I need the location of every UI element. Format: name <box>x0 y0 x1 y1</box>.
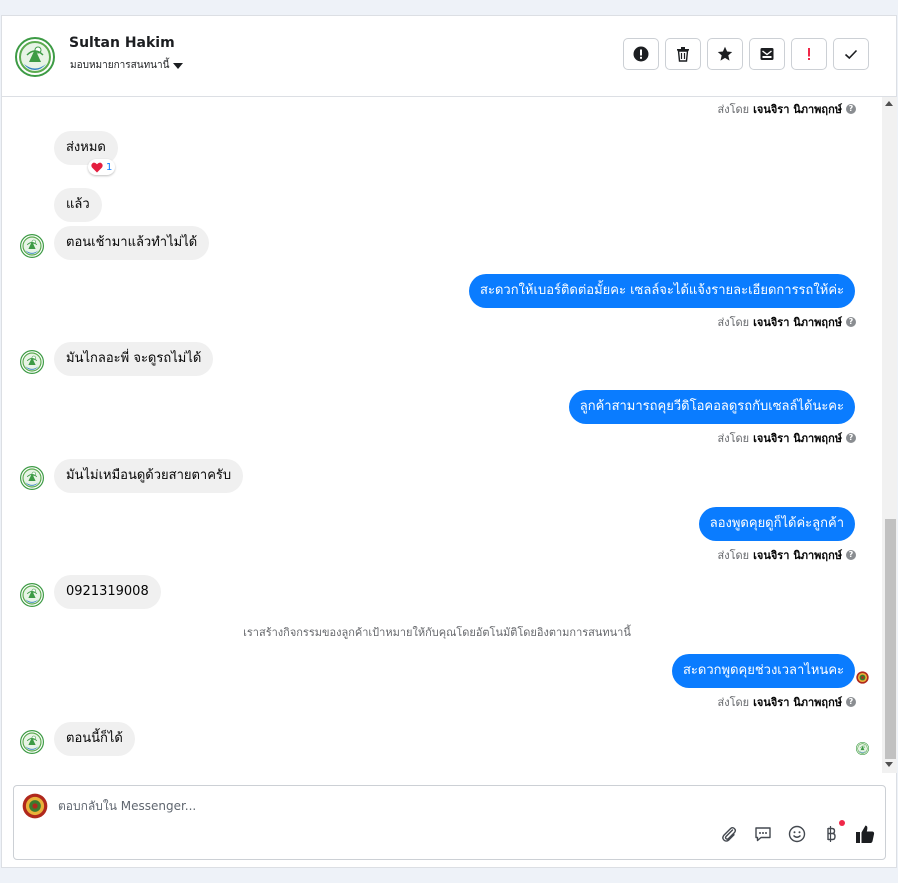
like-button[interactable] <box>855 824 875 844</box>
message-outgoing[interactable]: ลองพูดคุยดูก็ได้ค่ะลูกค้า <box>698 507 855 541</box>
message-incoming[interactable]: มันไม่เหมือนดูด้วยสายตาครับ <box>54 459 244 493</box>
alert-circle-icon <box>633 46 649 62</box>
exclamation-icon <box>808 48 810 60</box>
payment-baht-icon <box>827 826 836 842</box>
saved-reply-icon <box>755 827 771 842</box>
seen-avatar <box>856 671 869 684</box>
message-incoming[interactable]: 0921319008 <box>54 575 161 609</box>
scroll-down-arrow[interactable] <box>885 762 893 767</box>
delete-button[interactable] <box>665 38 701 70</box>
sent-by-label: ส่งโดย เจนจิรา นิภาพฤกษ์ ? <box>718 546 856 564</box>
contact-avatar-small <box>20 583 44 607</box>
saved-replies-button[interactable] <box>753 824 773 844</box>
help-icon[interactable]: ? <box>846 433 856 443</box>
assign-label: มอบหมายการสนทนานี้ <box>70 60 170 71</box>
sent-by-agent: เจนจิรา นิภาพฤกษ์ <box>753 432 842 445</box>
attach-button[interactable] <box>719 824 739 844</box>
mark-done-button[interactable] <box>833 38 869 70</box>
message-thread: ส่งโดย เจนจิรา นิภาพฤกษ์ ? ส่งหมด 1 แล้ว… <box>2 97 882 773</box>
message-reaction[interactable]: 1 <box>88 159 116 175</box>
move-to-inbox-button[interactable] <box>749 38 785 70</box>
contact-avatar-small <box>20 466 44 490</box>
sent-by-agent: เจนจิรา นิภาพฤกษ์ <box>753 549 842 562</box>
emoji-button[interactable] <box>787 824 807 844</box>
checkmark-icon <box>844 49 858 60</box>
message-incoming[interactable]: มันไกลอะพี่ จะดูรถไม่ได้ <box>54 342 214 376</box>
message-incoming[interactable]: ตอนนี้ก็ได้ <box>54 722 135 756</box>
sent-by-agent: เจนจิรา นิภาพฤกษ์ <box>753 316 842 329</box>
sent-by-prefix: ส่งโดย <box>717 696 750 709</box>
sent-by-label: ส่งโดย เจนจิรา นิภาพฤกษ์ ? <box>718 693 856 711</box>
conversation-panel: Sultan Hakim มอบหมายการสนทนานี้ ส่งโดย เ… <box>1 15 897 868</box>
heart-icon <box>91 162 103 172</box>
header-actions <box>623 38 869 70</box>
message-incoming[interactable]: ตอนเช้ามาแล้วทำไม่ได้ <box>54 226 210 260</box>
help-icon[interactable]: ? <box>846 104 856 114</box>
message-incoming[interactable]: แล้ว <box>54 188 102 222</box>
emoji-icon <box>788 825 806 843</box>
reaction-count: 1 <box>106 161 113 173</box>
sent-by-label: ส่งโดย เจนจิรา นิภาพฤกษ์ ? <box>718 313 856 331</box>
follow-up-button[interactable] <box>791 38 827 70</box>
report-spam-button[interactable] <box>623 38 659 70</box>
inbox-icon <box>760 48 774 60</box>
caret-down-icon <box>173 62 184 69</box>
sent-by-agent: เจนจิรา นิภาพฤกษ์ <box>753 103 842 116</box>
system-note: เราสร้างกิจกรรมของลูกค้าเป้าหมายให้กับคุ… <box>243 626 631 639</box>
contact-avatar-small <box>20 234 44 258</box>
sent-by-prefix: ส่งโดย <box>717 316 750 329</box>
contact-avatar-small <box>20 730 44 754</box>
page-avatar <box>22 793 48 819</box>
help-icon[interactable]: ? <box>846 550 856 560</box>
reply-input[interactable] <box>58 796 658 816</box>
sent-by-prefix: ส่งโดย <box>717 549 750 562</box>
message-outgoing[interactable]: สะดวกให้เบอร์ติดต่อมั้ยคะ เซลล์จะได้แจ้ง… <box>469 274 855 308</box>
scroll-up-arrow[interactable] <box>885 101 893 106</box>
message-outgoing[interactable]: ลูกค้าสามารถคุยวีดิโอคอลดูรถกับเซลล์ได้น… <box>568 390 855 424</box>
notification-dot <box>839 820 845 826</box>
thread-scrollbar[interactable] <box>882 97 897 773</box>
composer-tools <box>719 820 875 844</box>
sent-by-prefix: ส่งโดย <box>717 432 750 445</box>
like-thumb-icon <box>856 825 875 843</box>
assign-conversation-dropdown[interactable]: มอบหมายการสนทนานี้ <box>70 58 184 73</box>
trash-icon <box>677 47 689 62</box>
scroll-thumb[interactable] <box>885 519 896 759</box>
contact-avatar[interactable] <box>15 37 55 77</box>
attach-icon <box>722 827 737 842</box>
help-icon[interactable]: ? <box>846 697 856 707</box>
sent-by-prefix: ส่งโดย <box>717 103 750 116</box>
conversation-header: Sultan Hakim มอบหมายการสนทนานี้ <box>2 16 896 97</box>
message-outgoing[interactable]: สะดวกพูดคุยช่วงเวลาไหนคะ <box>671 654 855 688</box>
sent-by-label: ส่งโดย เจนจิรา นิภาพฤกษ์ ? <box>718 100 856 118</box>
contact-name[interactable]: Sultan Hakim <box>69 35 175 51</box>
star-icon <box>717 46 733 61</box>
sent-by-agent: เจนจิรา นิภาพฤกษ์ <box>753 696 842 709</box>
help-icon[interactable]: ? <box>846 317 856 327</box>
star-button[interactable] <box>707 38 743 70</box>
reply-composer <box>13 785 886 860</box>
contact-avatar-small <box>20 350 44 374</box>
sent-by-label: ส่งโดย เจนจิรา นิภาพฤกษ์ ? <box>718 429 856 447</box>
payment-button[interactable] <box>821 820 845 844</box>
seen-avatar <box>856 742 869 755</box>
